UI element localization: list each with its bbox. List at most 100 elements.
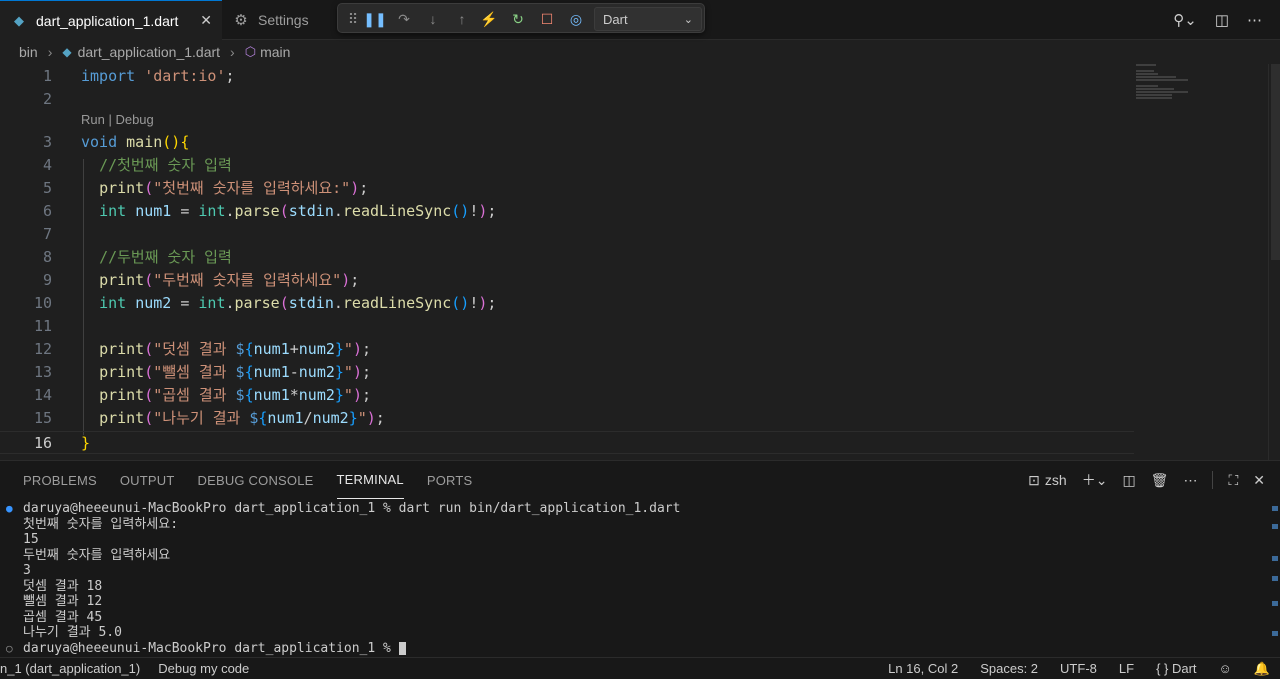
indentation-status[interactable]: Spaces: 2 bbox=[980, 661, 1038, 676]
terminal-line: 15 bbox=[23, 532, 39, 547]
split-terminal-icon[interactable]: ◫ bbox=[1122, 472, 1135, 489]
split-editor-icon[interactable]: ◫ bbox=[1215, 11, 1229, 29]
code-line: 12 print("덧셈 결과 ${num1+num2}"); bbox=[0, 337, 1134, 360]
terminal-line: 덧셈 결과 18 bbox=[23, 578, 103, 594]
step-over-icon[interactable]: ↷ bbox=[393, 8, 415, 30]
eol-status[interactable]: LF bbox=[1119, 661, 1134, 676]
breadcrumb: bin › ◆ dart_application_1.dart › ⬡ main bbox=[0, 40, 1280, 64]
editor-scrollbar[interactable] bbox=[1268, 64, 1280, 460]
terminal-prompt-line: ○ daruya@heeeunui-MacBookPro dart_applica… bbox=[0, 641, 1260, 657]
run-debug-icon[interactable]: ⚲⌄ bbox=[1173, 11, 1197, 29]
line-number: 3 bbox=[42, 132, 52, 151]
language-mode[interactable]: { } Dart bbox=[1156, 661, 1196, 676]
chevron-down-icon: ⌄ bbox=[683, 13, 693, 26]
line-number: 13 bbox=[33, 362, 52, 381]
debug-toolbar: ⠿ ❚❚ ↷ ↓ ↑ ⚡ ↻ ☐ ◎ Dart ⌄ bbox=[337, 3, 705, 33]
close-panel-icon[interactable]: ✕ bbox=[1253, 472, 1265, 489]
new-terminal-icon[interactable]: ＋⌄ bbox=[1082, 470, 1108, 490]
step-into-icon[interactable]: ↓ bbox=[422, 8, 444, 30]
debug-config-select[interactable]: Dart ⌄ bbox=[594, 7, 702, 31]
code-line: 9 print("두번째 숫자를 입력하세요"); bbox=[0, 268, 1134, 291]
line-number: 8 bbox=[42, 247, 52, 266]
code-line: 15 print("나누기 결과 ${num1/num2}"); bbox=[0, 406, 1134, 429]
code-line: 5 print("첫번째 숫자를 입력하세요:"); bbox=[0, 176, 1134, 199]
code-line: 3 void main(){ bbox=[0, 130, 1134, 153]
breadcrumb-symbol[interactable]: main bbox=[260, 44, 290, 60]
encoding-status[interactable]: UTF-8 bbox=[1060, 661, 1097, 676]
terminal-cursor bbox=[398, 641, 406, 655]
terminal-line: ● daruya@heeeunui-MacBookPro dart_applica… bbox=[6, 501, 681, 517]
editor-actions: ⚲⌄ ◫ ⋯ bbox=[1173, 0, 1280, 40]
more-actions-icon[interactable]: ⋯ bbox=[1247, 11, 1262, 29]
line-number: 2 bbox=[42, 89, 52, 108]
notifications-icon[interactable]: 🔔 bbox=[1254, 661, 1270, 677]
terminal-scrollbar-markers bbox=[1272, 501, 1278, 656]
settings-icon: ⚙ bbox=[234, 12, 248, 29]
cursor-position[interactable]: Ln 16, Col 2 bbox=[888, 661, 958, 676]
line-number: 12 bbox=[33, 339, 52, 358]
line-number: 7 bbox=[42, 224, 52, 243]
panel-actions: ⊡ zsh ＋⌄ ◫ 🗑 ⋯ ⛶ ✕ bbox=[1028, 461, 1280, 499]
debug-mode-status[interactable]: Debug my code bbox=[158, 661, 249, 676]
minimap[interactable] bbox=[1136, 64, 1196, 104]
line-number: 9 bbox=[42, 270, 52, 289]
code-line: 6 int num1 = int.parse(stdin.readLineSyn… bbox=[0, 199, 1134, 222]
line-number: 14 bbox=[33, 385, 52, 404]
drag-handle-icon[interactable]: ⠿ bbox=[342, 8, 364, 30]
shell-label[interactable]: zsh bbox=[1045, 472, 1067, 488]
pause-icon[interactable]: ❚❚ bbox=[363, 8, 386, 30]
code-line: 1 import 'dart:io'; bbox=[0, 64, 1134, 87]
terminal-line: 3 bbox=[23, 563, 31, 578]
dart-icon: ◆ bbox=[62, 45, 72, 59]
dart-icon: ◆ bbox=[14, 12, 24, 28]
breadcrumb-folder[interactable]: bin bbox=[19, 44, 38, 60]
copilot-icon[interactable]: ☺ bbox=[1219, 661, 1232, 676]
status-bar: n_1 (dart_application_1) Debug my code L… bbox=[0, 657, 1280, 679]
line-number: 16 bbox=[33, 433, 52, 452]
terminal-icon[interactable]: ⊡ bbox=[1028, 472, 1040, 489]
stop-icon[interactable]: ☐ bbox=[536, 8, 558, 30]
tab-terminal[interactable]: TERMINAL bbox=[336, 461, 404, 499]
divider bbox=[1212, 471, 1214, 489]
code-line-current: 16 } bbox=[0, 431, 1134, 454]
restart-icon[interactable]: ↻ bbox=[507, 8, 529, 30]
code-line: 2 bbox=[0, 87, 1134, 110]
chevron-right-icon: › bbox=[230, 44, 235, 60]
code-line: 8 //두번째 숫자 입력 bbox=[0, 245, 1134, 268]
line-number: 15 bbox=[33, 408, 52, 427]
tab-output[interactable]: OUTPUT bbox=[120, 461, 175, 499]
terminal-line: 두번째 숫자를 입력하세요 bbox=[23, 547, 171, 563]
editor-tab-bar: ◆ dart_application_1.dart ✕ ⚙ Settings ⠿… bbox=[0, 0, 1280, 40]
tab-dart-application[interactable]: ◆ dart_application_1.dart ✕ bbox=[0, 0, 222, 40]
more-actions-icon[interactable]: ⋯ bbox=[1183, 472, 1197, 489]
terminal-line: 첫번째 숫자를 입력하세요: bbox=[23, 516, 179, 532]
launch-config-status[interactable]: n_1 (dart_application_1) bbox=[0, 661, 140, 676]
code-line: 4 //첫번째 숫자 입력 bbox=[0, 153, 1134, 176]
code-editor[interactable]: Run | Debug 1 import 'dart:io'; 2 3 void… bbox=[0, 64, 1280, 460]
tab-problems[interactable]: PROBLEMS bbox=[23, 461, 97, 499]
codelens-run-debug[interactable]: Run | Debug bbox=[81, 112, 154, 127]
devtools-icon[interactable]: ◎ bbox=[565, 8, 587, 30]
tab-settings[interactable]: ⚙ Settings bbox=[222, 0, 332, 40]
tab-label: dart_application_1.dart bbox=[36, 12, 179, 29]
terminal-line: 뺄셈 결과 12 bbox=[23, 594, 103, 609]
breadcrumb-file[interactable]: dart_application_1.dart bbox=[78, 44, 220, 60]
hot-reload-icon[interactable]: ⚡ bbox=[478, 8, 500, 30]
code-line: 11 bbox=[0, 314, 1134, 337]
tab-debug-console[interactable]: DEBUG CONSOLE bbox=[198, 461, 314, 499]
panel-tabs: PROBLEMS OUTPUT DEBUG CONSOLE TERMINAL P… bbox=[0, 461, 472, 499]
command-decoration-icon[interactable]: ● bbox=[6, 501, 13, 517]
line-number: 11 bbox=[33, 316, 52, 335]
trash-icon[interactable]: 🗑 bbox=[1151, 472, 1169, 489]
command-decoration-icon[interactable]: ○ bbox=[6, 641, 13, 657]
line-number: 6 bbox=[42, 201, 52, 220]
tab-ports[interactable]: PORTS bbox=[427, 461, 473, 499]
maximize-panel-icon[interactable]: ⛶ bbox=[1228, 472, 1238, 489]
step-out-icon[interactable]: ↑ bbox=[451, 8, 473, 30]
bottom-panel: PROBLEMS OUTPUT DEBUG CONSOLE TERMINAL P… bbox=[0, 460, 1280, 657]
close-icon[interactable]: ✕ bbox=[200, 12, 212, 29]
terminal-output[interactable]: ● daruya@heeeunui-MacBookPro dart_applica… bbox=[0, 501, 1260, 656]
line-number: 4 bbox=[42, 155, 52, 174]
line-number: 10 bbox=[33, 293, 52, 312]
code-line: 7 bbox=[0, 222, 1134, 245]
